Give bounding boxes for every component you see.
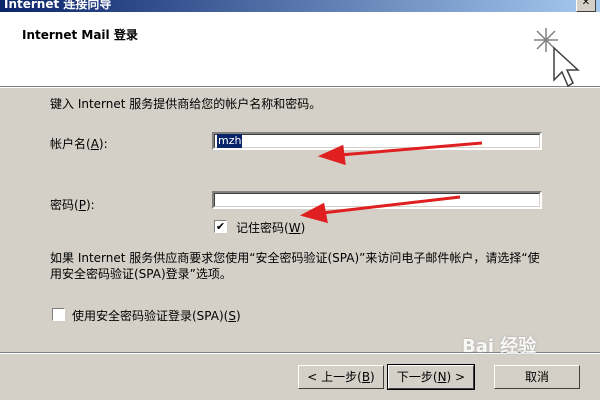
annotation-arrowhead-account (317, 144, 346, 166)
annotation-arrow-account (339, 141, 483, 157)
annotation-arrow-password (321, 195, 461, 215)
wizard-window: Internet 连接向导 ✕ Internet Mail 登录 键入 Inte… (0, 0, 600, 400)
watermark: Bai 经验 (462, 336, 537, 357)
annotation-arrowhead-password (299, 202, 328, 224)
